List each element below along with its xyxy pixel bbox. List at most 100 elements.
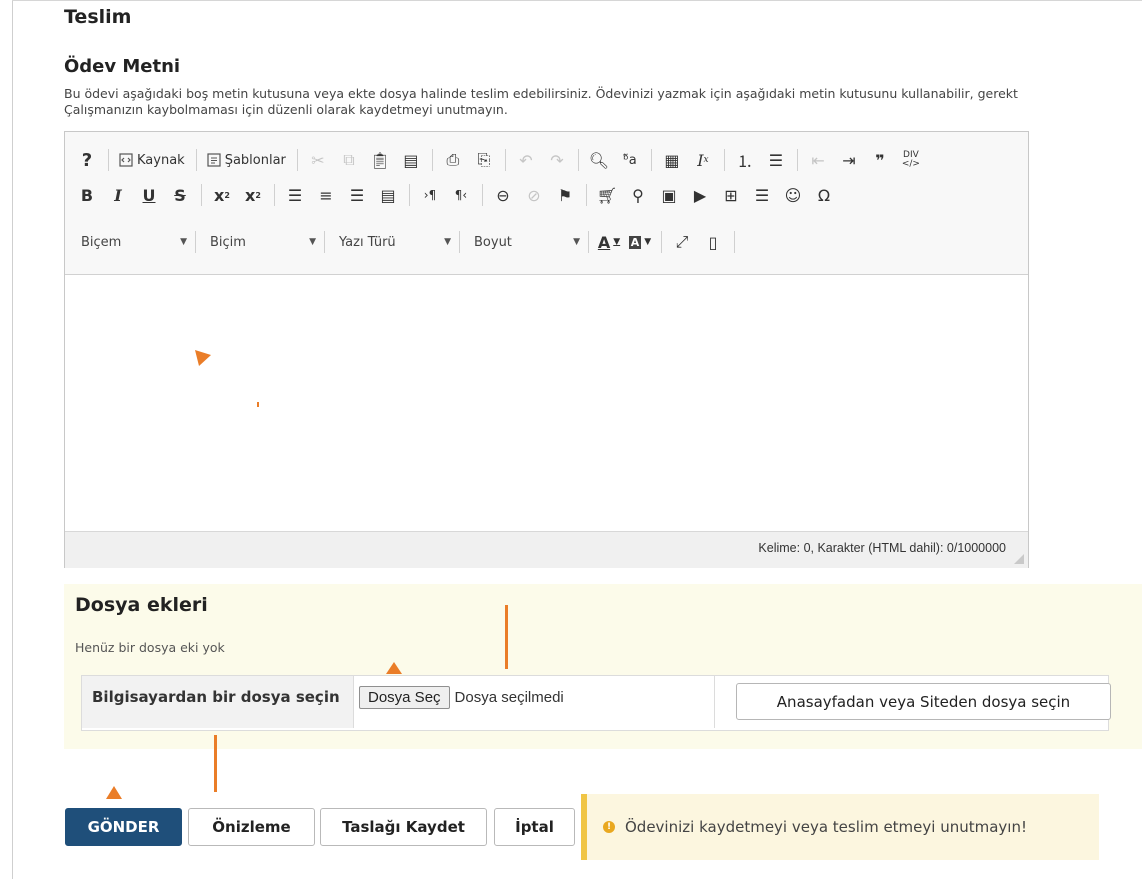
cancel-button[interactable]: İptal	[494, 808, 575, 846]
toolbar-separator	[201, 184, 202, 206]
video-icon[interactable]: ▶	[688, 182, 712, 208]
bulleted-list-icon[interactable]: ☰	[764, 147, 788, 173]
smiley-icon[interactable]: ☺	[781, 182, 805, 208]
submit-button[interactable]: GÖNDER	[65, 808, 182, 846]
italic-icon[interactable]: I	[106, 182, 130, 208]
outdent-icon[interactable]: ⇤	[806, 147, 830, 173]
paste-icon[interactable]: 📋︎	[368, 147, 392, 173]
cut-icon[interactable]: ✂	[306, 147, 330, 173]
find-icon[interactable]: 🔍︎	[587, 147, 611, 173]
paste-text-icon[interactable]: ▤	[399, 147, 423, 173]
warning-icon: !	[603, 821, 615, 833]
toolbar-separator	[661, 231, 662, 253]
source-icon	[119, 153, 133, 167]
div-container-icon[interactable]: DIV </>	[899, 147, 923, 173]
strikethrough-icon[interactable]: S	[168, 182, 192, 208]
special-char-icon[interactable]: Ω	[812, 182, 836, 208]
description-line-1: Bu ödevi aşağıdaki boş metin kutusuna ve…	[64, 86, 1018, 101]
size-dropdown[interactable]: Boyut ▼	[468, 229, 586, 255]
numbered-list-icon[interactable]: ⒈	[733, 147, 757, 173]
toolbar-separator	[482, 184, 483, 206]
pin-icon[interactable]: ⚲	[626, 182, 650, 208]
toolbar-separator	[577, 149, 579, 171]
save-draft-button[interactable]: Taslağı Kaydet	[320, 808, 487, 846]
source-button[interactable]: Kaynak	[117, 147, 187, 173]
no-attachments-text: Henüz bir dosya eki yok	[75, 640, 225, 655]
blockquote-icon[interactable]: ❞	[868, 147, 892, 173]
chevron-down-icon: ▼	[573, 237, 580, 247]
file-input[interactable]: Dosya Seç Dosya seçilmedi	[355, 676, 715, 728]
reminder-text: Ödevinizi kaydetmeyi veya teslim etmeyi …	[625, 818, 1027, 836]
style-dropdown-label: Biçem	[81, 234, 122, 250]
underline-icon[interactable]: U	[137, 182, 161, 208]
align-left-icon[interactable]: ☰	[283, 182, 307, 208]
link-icon[interactable]: ⊖	[491, 182, 515, 208]
attachments-section: Dosya ekleri Henüz bir dosya eki yok Bil…	[64, 584, 1142, 749]
copy-icon[interactable]: ⧉	[337, 147, 361, 173]
select-all-icon[interactable]: ▦	[660, 147, 684, 173]
cart-icon[interactable]: 🛒︎	[595, 182, 619, 208]
toolbar-separator	[504, 149, 506, 171]
toolbar-separator	[796, 149, 798, 171]
toolbar-separator	[108, 149, 109, 171]
ltr-icon[interactable]: ›¶	[418, 182, 442, 208]
horizontal-line-icon[interactable]: ☰	[750, 182, 774, 208]
annotation-arrow-submit	[106, 786, 122, 799]
superscript-icon[interactable]: x2	[241, 182, 265, 208]
undo-icon[interactable]: ↶	[514, 147, 538, 173]
toolbar-separator	[324, 231, 325, 253]
toolbar-separator	[195, 149, 197, 171]
toolbar-separator	[409, 184, 410, 206]
toolbar-separator	[296, 149, 298, 171]
toolbar-row-1: ? Kaynak Şablonlar ✂ ⧉ 📋︎ ▤ ⎙ ⎘ ↶ ↷ 🔍︎ ᵇ…	[75, 144, 930, 176]
text-color-icon[interactable]: A ▼	[597, 229, 621, 255]
editor-toolbar: ? Kaynak Şablonlar ✂ ⧉ 📋︎ ▤ ⎙ ⎘ ↶ ↷ 🔍︎ ᵇ…	[65, 132, 1028, 275]
format-dropdown[interactable]: Biçim ▼	[204, 229, 322, 255]
print-icon[interactable]: ⎙	[441, 147, 465, 173]
templates-button[interactable]: Şablonlar	[205, 147, 288, 173]
toolbar-separator	[431, 149, 433, 171]
chevron-down-icon: ▼	[309, 237, 316, 247]
preview-icon[interactable]: ⎘	[472, 147, 496, 173]
editor-footer: Kelime: 0, Karakter (HTML dahil): 0/1000…	[65, 531, 1028, 568]
show-blocks-icon[interactable]: ▯	[701, 229, 725, 255]
preview-button[interactable]: Önizleme	[188, 808, 315, 846]
toolbar-row-2: B I U S x2 x2 ☰ ≡ ☰ ▤ ›¶ ¶‹ ⊖ ⊘ ⚑ 🛒︎ ⚲ ▣…	[75, 179, 843, 211]
toolbar-separator	[586, 184, 587, 206]
anchor-flag-icon[interactable]: ⚑	[553, 182, 577, 208]
toolbar-separator	[274, 184, 275, 206]
redo-icon[interactable]: ↷	[545, 147, 569, 173]
maximize-icon[interactable]: ⤢	[670, 229, 694, 255]
rich-text-editor: ? Kaynak Şablonlar ✂ ⧉ 📋︎ ▤ ⎙ ⎘ ↶ ↷ 🔍︎ ᵇ…	[64, 131, 1029, 568]
rtl-icon[interactable]: ¶‹	[449, 182, 473, 208]
unlink-icon[interactable]: ⊘	[522, 182, 546, 208]
choose-from-site-button[interactable]: Anasayfadan veya Siteden dosya seçin	[736, 683, 1111, 720]
table-icon[interactable]: ⊞	[719, 182, 743, 208]
top-border	[12, 0, 1142, 1]
left-border	[12, 0, 13, 879]
align-center-icon[interactable]: ≡	[314, 182, 338, 208]
assignment-text-title: Ödev Metni	[64, 56, 181, 77]
font-dropdown[interactable]: Yazı Türü ▼	[333, 229, 457, 255]
align-justify-icon[interactable]: ▤	[376, 182, 400, 208]
style-dropdown[interactable]: Biçem ▼	[75, 229, 193, 255]
help-button[interactable]: ?	[75, 147, 99, 173]
toolbar-row-3: Biçem ▼ Biçim ▼ Yazı Türü ▼ Boyut ▼ A ▼ A ▼ ⤢ …	[75, 226, 743, 258]
align-right-icon[interactable]: ☰	[345, 182, 369, 208]
toolbar-separator	[195, 231, 196, 253]
image-icon[interactable]: ▣	[657, 182, 681, 208]
resize-handle-icon[interactable]	[1014, 554, 1024, 564]
indent-icon[interactable]: ⇥	[837, 147, 861, 173]
assignment-description: Bu ödevi aşağıdaki boş metin kutusuna ve…	[64, 86, 1142, 118]
toolbar-separator	[723, 149, 725, 171]
choose-file-button[interactable]: Dosya Seç	[359, 685, 450, 709]
background-color-icon[interactable]: A ▼	[628, 229, 652, 255]
subscript-icon[interactable]: x2	[210, 182, 234, 208]
replace-icon[interactable]: ᵇ̃a	[618, 147, 642, 173]
editor-content-area[interactable]	[65, 275, 1028, 531]
bold-icon[interactable]: B	[75, 182, 99, 208]
remove-format-icon[interactable]: Ix	[691, 147, 715, 173]
templates-label: Şablonlar	[224, 152, 286, 168]
source-label: Kaynak	[137, 152, 185, 168]
attachments-title: Dosya ekleri	[75, 594, 208, 616]
